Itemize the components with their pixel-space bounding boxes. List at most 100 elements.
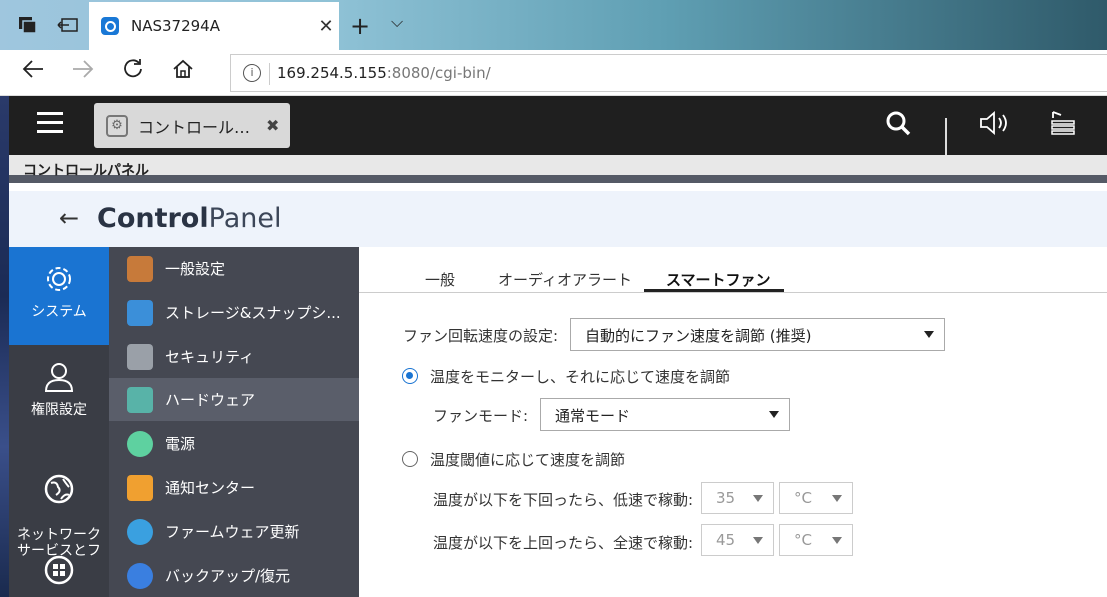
- back-button[interactable]: [18, 58, 48, 88]
- app-top-bar: ⚙ コントロール… ✖: [9, 96, 1107, 155]
- high-unit-value: °C: [794, 531, 812, 549]
- high-temp-value: 45: [716, 531, 736, 549]
- category-system[interactable]: システム: [9, 247, 109, 345]
- arrow-left-icon: [22, 60, 43, 78]
- submenu-label: セキュリティ: [165, 348, 255, 366]
- browser-tab-strip: NAS37294A ✕ + ⌵: [0, 0, 1107, 50]
- submenu-general[interactable]: 一般設定: [109, 247, 359, 290]
- firmware-icon: [127, 518, 153, 545]
- fan-mode-select[interactable]: 通常モード: [540, 398, 790, 431]
- tab-list-button[interactable]: ⌵: [391, 12, 403, 32]
- site-info-icon[interactable]: i: [243, 64, 261, 82]
- submenu-label: 通知センター: [165, 479, 256, 497]
- main-menu-icon[interactable]: [35, 110, 65, 136]
- notification-icon: [127, 474, 153, 501]
- breadcrumb-label: コントロールパネル: [23, 163, 149, 179]
- apps-icon: [44, 555, 74, 585]
- hardware-icon: [127, 386, 153, 413]
- tab-smart-fan[interactable]: スマートファン: [666, 269, 771, 290]
- category-privilege[interactable]: 権限設定: [9, 345, 109, 443]
- url-field[interactable]: i 169.254.5.155:8080/cgi-bin/: [230, 54, 1107, 92]
- lock-icon: [127, 343, 153, 370]
- settings-submenu: 一般設定 ストレージ&スナップシ... セキュリティ ハードウェア 電源 通知セ…: [109, 247, 359, 597]
- submenu-hardware[interactable]: ハードウェア: [109, 378, 359, 421]
- submenu-security[interactable]: セキュリティ: [109, 335, 359, 378]
- tab-close-icon[interactable]: ✕: [313, 16, 339, 37]
- qnap-favicon-icon: [101, 17, 119, 35]
- desktop-background: [0, 96, 9, 597]
- arrow-right-icon: [73, 60, 94, 78]
- set-tabs-aside-button[interactable]: [50, 9, 86, 41]
- dropdown-arrow-icon: [753, 495, 763, 502]
- category-label: システム: [31, 304, 87, 320]
- submenu-backup[interactable]: バックアップ/復元: [109, 554, 359, 597]
- general-settings-icon: [127, 255, 153, 282]
- open-app-tab[interactable]: ⚙ コントロール… ✖: [94, 103, 290, 148]
- url-path: :8080/cgi-bin/: [386, 64, 491, 82]
- browser-tab[interactable]: NAS37294A ✕: [89, 2, 339, 50]
- submenu-firmware[interactable]: ファームウェア更新: [109, 510, 359, 553]
- title-bold: Control: [97, 203, 209, 234]
- gear-icon: [47, 267, 71, 291]
- back-arrow-icon[interactable]: ←: [59, 204, 79, 232]
- url-divider: [269, 63, 270, 85]
- radio-threshold[interactable]: [402, 451, 418, 467]
- tab-general[interactable]: 一般: [425, 269, 455, 290]
- url-host: 169.254.5.155: [277, 64, 387, 82]
- submenu-label: ファームウェア更新: [165, 523, 300, 541]
- home-button[interactable]: [168, 58, 198, 88]
- forward-button[interactable]: [68, 58, 98, 88]
- volume-icon[interactable]: [979, 110, 1013, 142]
- high-temp-select[interactable]: 45: [701, 524, 774, 556]
- search-icon[interactable]: [885, 110, 911, 142]
- refresh-icon: [124, 59, 142, 78]
- submenu-label: バックアップ/復元: [165, 567, 291, 585]
- storage-icon: [127, 299, 153, 326]
- category-sidebar: システム 権限設定 ネットワーク サービスとフ: [9, 247, 109, 597]
- user-icon: [44, 363, 74, 392]
- category-network[interactable]: ネットワーク サービスとフ: [9, 443, 109, 559]
- submenu-notification[interactable]: 通知センター: [109, 466, 359, 509]
- globe-icon: [44, 474, 74, 504]
- full-speed-label: 温度が以下を上回ったら、全速で稼動:: [433, 534, 694, 552]
- tab-title: NAS37294A: [131, 17, 220, 35]
- tab-audio-alert[interactable]: オーディオアラート: [498, 269, 632, 290]
- fan-speed-label: ファン回転速度の設定:: [403, 327, 559, 345]
- control-panel-app-icon: ⚙: [106, 114, 128, 137]
- high-unit-select[interactable]: °C: [779, 524, 853, 556]
- power-icon: [127, 430, 153, 457]
- submenu-storage[interactable]: ストレージ&スナップシ...: [109, 291, 359, 334]
- dropdown-arrow-icon: [924, 331, 934, 338]
- category-label: 権限設定: [31, 402, 87, 418]
- low-temp-select[interactable]: 35: [701, 482, 774, 514]
- open-app-tab-label: コントロール…: [138, 117, 251, 137]
- low-unit-value: °C: [794, 489, 812, 507]
- submenu-label: 電源: [165, 435, 196, 453]
- settings-tabs: 一般 オーディオアラート スマートファン: [359, 267, 1107, 293]
- tabs-aside-icon: [57, 18, 78, 32]
- dropdown-arrow-icon: [769, 411, 779, 418]
- submenu-power[interactable]: 電源: [109, 422, 359, 465]
- new-tab-button[interactable]: +: [350, 12, 370, 40]
- option-threshold-label: 温度閾値に応じて速度を調節: [430, 451, 626, 469]
- title-light: Panel: [208, 203, 282, 234]
- home-icon: [173, 59, 193, 78]
- radio-monitor-temperature[interactable]: [402, 368, 418, 384]
- active-tab-underline: [644, 289, 784, 292]
- refresh-button[interactable]: [118, 58, 148, 88]
- url-text: 169.254.5.155:8080/cgi-bin/: [277, 64, 491, 82]
- low-unit-select[interactable]: °C: [779, 482, 853, 514]
- fan-speed-select[interactable]: 自動的にファン速度を調節 (推奨): [570, 318, 945, 351]
- close-app-tab-icon[interactable]: ✖: [266, 116, 290, 135]
- fan-mode-label: ファンモード:: [433, 407, 529, 425]
- backup-icon: [127, 562, 153, 589]
- tab-actions-button[interactable]: [10, 9, 46, 41]
- dropdown-arrow-icon: [832, 537, 842, 544]
- category-applications[interactable]: [9, 547, 109, 597]
- window-stack-icon: [19, 17, 37, 34]
- submenu-label: ストレージ&スナップシ...: [165, 304, 341, 322]
- low-temp-value: 35: [716, 489, 736, 507]
- address-bar-row: i 169.254.5.155:8080/cgi-bin/: [0, 50, 1107, 96]
- background-tasks-icon[interactable]: [1049, 110, 1077, 144]
- submenu-label: ハードウェア: [165, 391, 256, 409]
